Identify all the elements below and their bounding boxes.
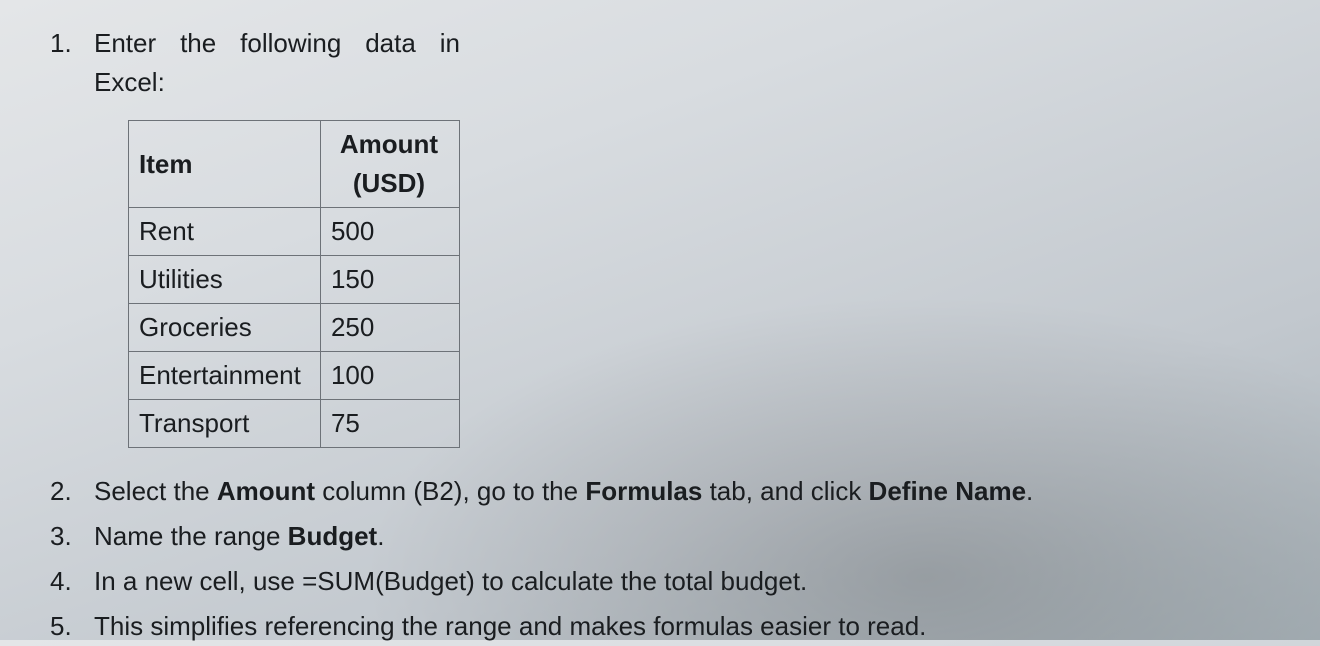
step-4-text-a: In a new cell, use [94, 566, 302, 596]
cell-amount: 100 [320, 352, 459, 400]
cell-item: Entertainment [129, 352, 321, 400]
step-2-text-a: Select the [94, 476, 217, 506]
step-3-text-b: . [377, 521, 384, 551]
cell-item: Rent [129, 208, 321, 256]
table-row: Groceries 250 [129, 304, 460, 352]
cell-item: Transport [129, 400, 321, 448]
step-2-text-b: column (B2), go to the [315, 476, 585, 506]
cell-item: Utilities [129, 256, 321, 304]
budget-table: Item Amount (USD) Rent 500 Utilities 150… [128, 120, 460, 448]
bold-define-name: Define Name [869, 476, 1027, 506]
table-row: Utilities 150 [129, 256, 460, 304]
step-4-text-b: to calculate the total budget. [475, 566, 807, 596]
table-row: Entertainment 100 [129, 352, 460, 400]
table-row: Transport 75 [129, 400, 460, 448]
step-3: Name the range Budget. [50, 517, 1280, 556]
bold-formulas: Formulas [585, 476, 702, 506]
step-2: Select the Amount column (B2), go to the… [50, 472, 1280, 511]
cell-amount: 150 [320, 256, 459, 304]
header-item: Item [129, 121, 321, 208]
cell-amount: 75 [320, 400, 459, 448]
header-amount: Amount (USD) [320, 121, 459, 208]
cell-amount: 250 [320, 304, 459, 352]
step-4: In a new cell, use =SUM(Budget) to calcu… [50, 562, 1280, 601]
step-2-text-c: tab, and click [702, 476, 868, 506]
step-1: Enter the following data in Excel: Item … [50, 24, 1280, 448]
formula-text: =SUM(Budget) [302, 566, 475, 596]
table-row: Rent 500 [129, 208, 460, 256]
cell-amount: 500 [320, 208, 459, 256]
step-5-text: This simplifies referencing the range an… [94, 611, 926, 641]
step-1-text: Enter the following data in Excel: [94, 28, 460, 97]
step-5: This simplifies referencing the range an… [50, 607, 1280, 646]
table-header-row: Item Amount (USD) [129, 121, 460, 208]
bold-amount: Amount [217, 476, 315, 506]
instruction-list: Enter the following data in Excel: Item … [50, 24, 1280, 646]
step-2-text-d: . [1026, 476, 1033, 506]
cell-item: Groceries [129, 304, 321, 352]
step-3-text-a: Name the range [94, 521, 288, 551]
bold-budget: Budget [288, 521, 378, 551]
